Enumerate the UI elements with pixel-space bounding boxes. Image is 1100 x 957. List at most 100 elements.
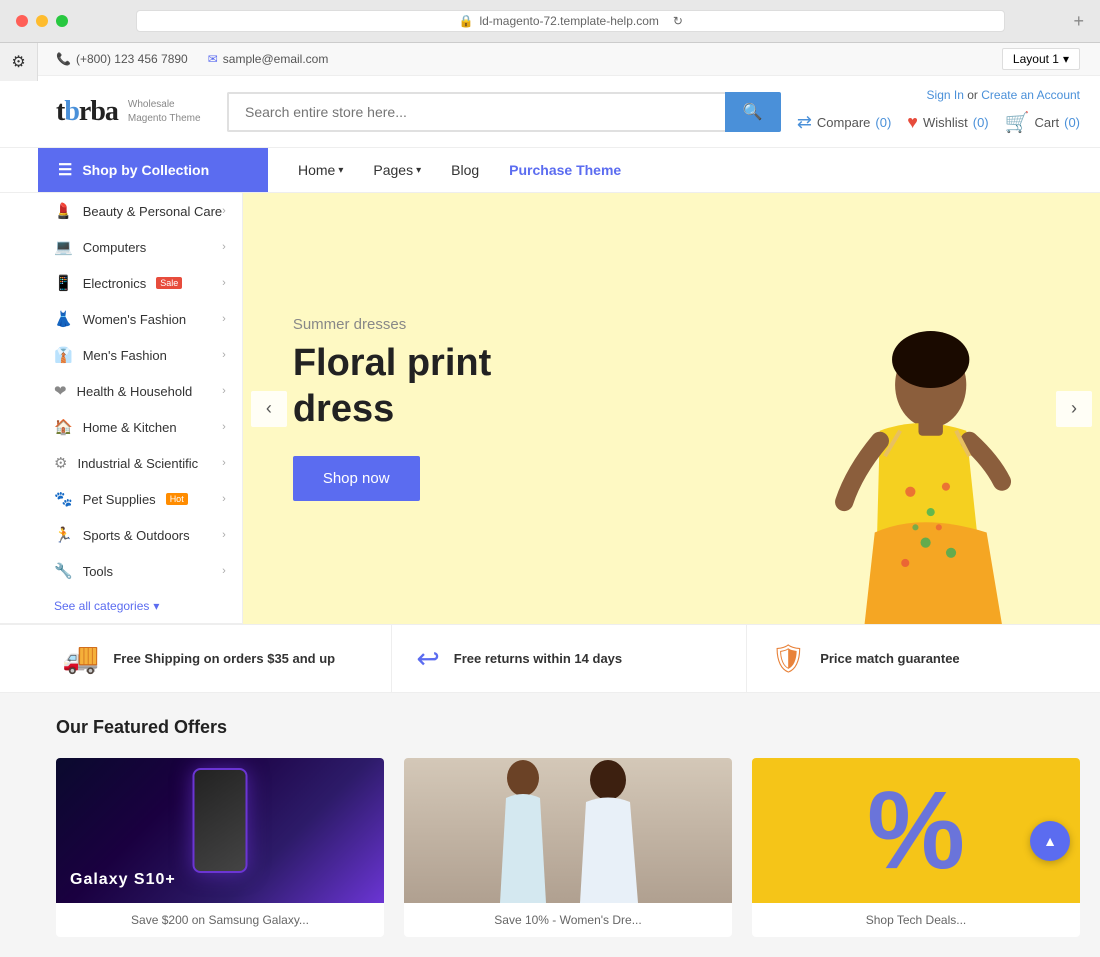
sale-badge: Sale xyxy=(156,277,182,289)
hot-badge: Hot xyxy=(166,493,188,505)
search-input[interactable] xyxy=(227,92,725,132)
see-all-categories[interactable]: See all categories ▾ xyxy=(38,589,242,623)
top-bar: 📞 (+800) 123 456 7890 ✉ sample@email.com… xyxy=(0,43,1100,76)
mens-fashion-icon: 👔 xyxy=(54,346,73,364)
shop-by-button[interactable]: ☰ Shop by Collection xyxy=(38,148,268,192)
chevron-right-icon: › xyxy=(222,241,226,253)
chevron-right-icon: › xyxy=(222,385,226,397)
hero-next-button[interactable]: › xyxy=(1056,391,1092,427)
sidebar-item-beauty[interactable]: 💄 Beauty & Personal Care › xyxy=(38,193,242,229)
featured-section: Our Featured Offers Galaxy S10+ Save $20… xyxy=(0,693,1100,957)
sidebar-label-mens-fashion: Men's Fashion xyxy=(83,348,167,363)
create-account-link[interactable]: Create an Account xyxy=(981,88,1080,102)
compare-icon: ⇄ xyxy=(797,112,812,133)
beauty-icon: 💄 xyxy=(54,202,73,220)
chevron-right-icon: › xyxy=(222,565,226,577)
hero-banner: ‹ Summer dresses Floral print dress Shop… xyxy=(243,193,1100,624)
cart-icon: 🛒 xyxy=(1005,110,1030,135)
sidebar-item-industrial[interactable]: ⚙ Industrial & Scientific › xyxy=(38,445,242,481)
see-all-label: See all categories xyxy=(54,599,149,613)
hero-prev-button[interactable]: ‹ xyxy=(251,391,287,427)
logo[interactable]: tbrba Wholesale Magento Theme xyxy=(56,96,211,128)
heart-icon: ♥ xyxy=(907,112,918,133)
sidebar-item-mens-fashion[interactable]: 👔 Men's Fashion › xyxy=(38,337,242,373)
compare-count: (0) xyxy=(875,115,891,130)
sidebar-item-home-kitchen[interactable]: 🏠 Home & Kitchen › xyxy=(38,409,242,445)
featured-card-fashion[interactable]: Save 10% - Women's Dre... xyxy=(404,758,732,937)
settings-gear[interactable]: ⚙ xyxy=(0,43,38,81)
price-match-icon: 🛡 xyxy=(771,642,807,675)
sidebar-item-health[interactable]: ❤ Health & Household › xyxy=(38,373,242,409)
fashion-figures xyxy=(438,758,698,903)
galaxy-card-image: Galaxy S10+ xyxy=(56,758,384,903)
compare-action[interactable]: ⇄ Compare (0) xyxy=(797,112,891,133)
hero-image xyxy=(629,193,1100,624)
layout-toggle[interactable]: Layout 1 ▾ xyxy=(1002,48,1080,70)
sidebar-label-tools: Tools xyxy=(83,564,113,579)
sidebar-label-home-kitchen: Home & Kitchen xyxy=(83,420,177,435)
sidebar-label-health: Health & Household xyxy=(77,384,193,399)
gear-icon: ⚙ xyxy=(11,52,25,72)
new-tab-button[interactable]: + xyxy=(1073,11,1084,32)
logo-subtitle: Wholesale Magento Theme xyxy=(128,98,201,126)
header-account: Sign In or Create an Account ⇄ Compare (… xyxy=(797,88,1080,135)
hero-title: Floral print dress xyxy=(293,341,579,432)
sidebar-item-womens-fashion[interactable]: 👗 Women's Fashion › xyxy=(38,301,242,337)
cart-label: Cart xyxy=(1035,115,1060,130)
nav-link-blog[interactable]: Blog xyxy=(437,150,493,190)
shop-by-label: Shop by Collection xyxy=(82,162,209,178)
sidebar-item-pet[interactable]: 🐾 Pet Supplies Hot › xyxy=(38,481,242,517)
scroll-top-button[interactable]: ▲ xyxy=(1030,821,1070,861)
lock-icon: 🔒 xyxy=(459,14,474,28)
featured-grid: Galaxy S10+ Save $200 on Samsung Galaxy.… xyxy=(56,758,1080,937)
sidebar-item-tools[interactable]: 🔧 Tools › xyxy=(38,553,242,589)
email-address: sample@email.com xyxy=(223,52,329,66)
nav-link-pages[interactable]: Pages ▾ xyxy=(359,150,435,190)
search-button[interactable]: 🔍 xyxy=(725,92,781,132)
close-button[interactable] xyxy=(16,15,28,27)
nav-link-home[interactable]: Home ▾ xyxy=(284,150,357,190)
phone-contact[interactable]: 📞 (+800) 123 456 7890 xyxy=(56,52,188,66)
sidebar-label-pet: Pet Supplies xyxy=(83,492,156,507)
email-icon: ✉ xyxy=(208,52,218,66)
search-icon: 🔍 xyxy=(743,104,763,121)
category-list: 💄 Beauty & Personal Care › 💻 Computers ›… xyxy=(38,193,242,623)
shop-now-button[interactable]: Shop now xyxy=(293,456,420,501)
wishlist-count: (0) xyxy=(973,115,989,130)
email-contact[interactable]: ✉ sample@email.com xyxy=(208,52,329,66)
shipping-icon: 🚚 xyxy=(62,641,99,676)
chevron-right-icon: › xyxy=(222,313,226,325)
pet-icon: 🐾 xyxy=(54,490,73,508)
header-actions-row: ⇄ Compare (0) ♥ Wishlist (0) 🛒 Cart (0) xyxy=(797,110,1080,135)
wishlist-action[interactable]: ♥ Wishlist (0) xyxy=(907,112,988,133)
returns-text: Free returns within 14 days xyxy=(454,651,622,666)
phone-number: (+800) 123 456 7890 xyxy=(76,52,188,66)
chevron-down-icon: ▾ xyxy=(1063,52,1069,66)
sidebar-item-electronics[interactable]: 📱 Electronics Sale › xyxy=(38,265,242,301)
sidebar-label-sports: Sports & Outdoors xyxy=(83,528,190,543)
health-icon: ❤ xyxy=(54,382,67,400)
featured-card-galaxy[interactable]: Galaxy S10+ Save $200 on Samsung Galaxy.… xyxy=(56,758,384,937)
computers-icon: 💻 xyxy=(54,238,73,256)
nav-links: Home ▾ Pages ▾ Blog Purchase Theme xyxy=(268,150,651,190)
deals-card-image: % xyxy=(752,758,1080,903)
fullscreen-button[interactable] xyxy=(56,15,68,27)
percent-symbol: % xyxy=(867,776,965,886)
sidebar-item-sports[interactable]: 🏃 Sports & Outdoors › xyxy=(38,517,242,553)
hamburger-icon: ☰ xyxy=(58,160,72,180)
sign-in-link[interactable]: Sign In xyxy=(927,88,964,102)
sidebar-dropdown: 💄 Beauty & Personal Care › 💻 Computers ›… xyxy=(0,193,243,624)
sidebar-item-computers[interactable]: 💻 Computers › xyxy=(38,229,242,265)
sidebar-label-computers: Computers xyxy=(83,240,147,255)
minimize-button[interactable] xyxy=(36,15,48,27)
sidebar-label-industrial: Industrial & Scientific xyxy=(77,456,198,471)
tools-icon: 🔧 xyxy=(54,562,73,580)
cart-action[interactable]: 🛒 Cart (0) xyxy=(1005,110,1080,135)
nav-link-purchase-theme[interactable]: Purchase Theme xyxy=(495,150,635,190)
sidebar-label-womens-fashion: Women's Fashion xyxy=(83,312,186,327)
address-bar[interactable]: 🔒 ld-magento-72.template-help.com ↻ xyxy=(136,10,1005,32)
chevron-right-icon: › xyxy=(222,457,226,469)
refresh-icon[interactable]: ↻ xyxy=(673,14,683,28)
hero-content: Summer dresses Floral print dress Shop n… xyxy=(243,276,629,541)
cart-count: (0) xyxy=(1064,115,1080,130)
